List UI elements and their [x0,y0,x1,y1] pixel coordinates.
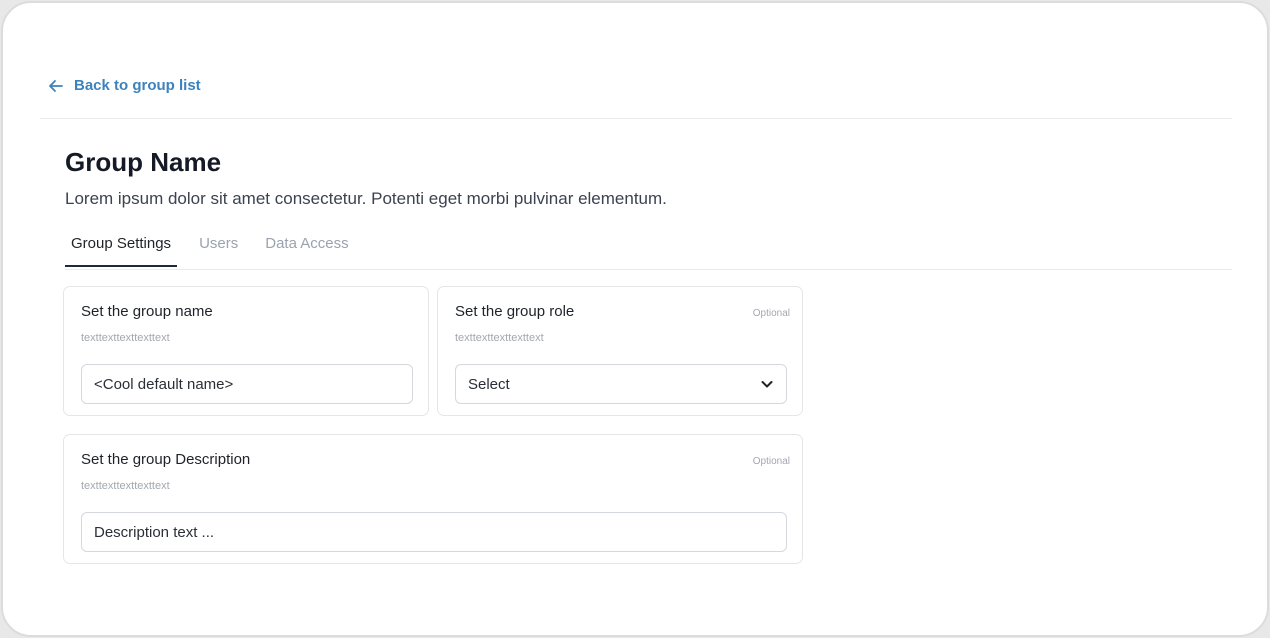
group-description-optional-label: Optional [752,456,790,467]
group-role-hint: texttexttexttexttext [455,332,544,344]
tab-users[interactable]: Users [199,229,238,266]
group-name-card: Set the group name texttexttexttexttext [63,286,429,416]
group-description-hint: texttexttexttexttext [81,480,170,492]
tab-data-access[interactable]: Data Access [265,229,348,266]
group-name-title: Set the group name [81,303,213,320]
tab-divider [65,269,1232,270]
page-subtitle: Lorem ipsum dolor sit amet consectetur. … [65,189,667,208]
arrow-left-icon [48,78,64,94]
group-role-optional-label: Optional [752,308,790,319]
chevron-down-icon [760,377,774,391]
group-description-input[interactable] [81,512,787,552]
group-role-card: Set the group role texttexttexttexttext … [437,286,803,416]
group-description-card: Set the group Description texttexttextte… [63,434,803,564]
group-name-hint: texttexttexttexttext [81,332,170,344]
group-role-select[interactable]: Select [455,364,787,404]
group-description-title: Set the group Description [81,451,251,468]
header-divider [40,118,1232,119]
tab-bar: Group Settings Users Data Access [65,229,376,267]
group-role-title: Set the group role [455,303,575,320]
group-role-selected-value: Select [468,375,510,393]
back-link-label: Back to group list [74,77,201,94]
app-window: Back to group list Group Name Lorem ipsu… [1,1,1269,637]
tab-group-settings[interactable]: Group Settings [65,229,178,267]
page-title: Group Name [65,147,222,177]
back-to-group-list-link[interactable]: Back to group list [48,77,201,94]
group-name-input[interactable] [81,364,413,404]
